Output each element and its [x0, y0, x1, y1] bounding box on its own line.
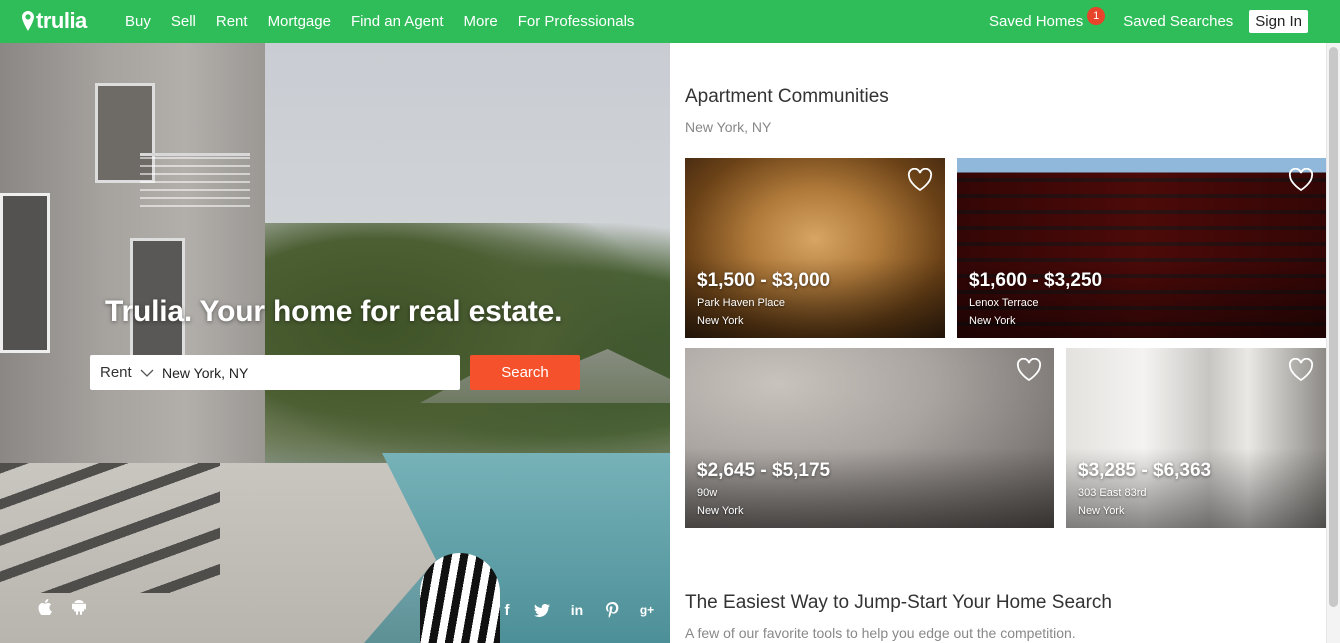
search-button[interactable]: Search — [470, 355, 580, 390]
heart-icon[interactable] — [907, 168, 933, 192]
linkedin-icon[interactable]: in — [568, 601, 586, 619]
community-name: 303 East 83rd — [1078, 487, 1147, 499]
app-store-links — [36, 598, 88, 616]
location-search-input[interactable] — [162, 355, 460, 390]
saved-searches-link[interactable]: Saved Searches — [1123, 13, 1233, 30]
community-city: New York — [969, 315, 1016, 327]
communities-location: New York, NY — [685, 119, 772, 135]
saved-homes-label: Saved Homes — [989, 13, 1084, 30]
scrollbar-thumb[interactable] — [1329, 47, 1338, 607]
hero-lounge-chairs — [0, 463, 220, 593]
hero-section: Trulia. Your home for real estate. Rent … — [0, 43, 670, 643]
search-type-value: Rent — [100, 364, 132, 381]
hero-title: Trulia. Your home for real estate. — [105, 295, 563, 328]
hero-striped-chair — [420, 553, 500, 643]
map-pin-icon — [22, 11, 34, 31]
nav-link-sell[interactable]: Sell — [171, 13, 196, 30]
community-price: $3,285 - $6,363 — [1078, 460, 1212, 481]
google-plus-icon[interactable]: g+ — [638, 601, 656, 619]
nav-link-find-an-agent[interactable]: Find an Agent — [351, 13, 444, 30]
community-card[interactable]: $1,500 - $3,000 Park Haven Place New Yor… — [685, 158, 945, 338]
community-price: $1,500 - $3,000 — [697, 270, 831, 291]
tools-subtitle: A few of our favorite tools to help you … — [685, 625, 1076, 641]
facebook-icon[interactable]: f — [498, 601, 516, 619]
scrollbar[interactable] — [1326, 43, 1340, 643]
pinterest-icon[interactable] — [603, 601, 621, 619]
nav-link-rent[interactable]: Rent — [216, 13, 248, 30]
community-card[interactable]: $3,285 - $6,363 303 East 83rd New York — [1066, 348, 1326, 528]
saved-homes-link[interactable]: Saved Homes 1 — [989, 7, 1106, 30]
nav-right: Saved Homes 1 Saved Searches Sign In — [989, 0, 1308, 43]
nav-link-mortgage[interactable]: Mortgage — [268, 13, 331, 30]
heart-icon[interactable] — [1288, 358, 1314, 382]
heart-icon[interactable] — [1016, 358, 1042, 382]
nav-link-buy[interactable]: Buy — [125, 13, 151, 30]
community-card[interactable]: $1,600 - $3,250 Lenox Terrace New York — [957, 158, 1326, 338]
nav-links: Buy Sell Rent Mortgage Find an Agent Mor… — [125, 0, 654, 43]
social-links: f in g+ — [498, 601, 656, 619]
community-city: New York — [697, 315, 744, 327]
trulia-logo[interactable]: trulia — [22, 7, 87, 35]
nav-link-more[interactable]: More — [464, 13, 498, 30]
hero-window — [0, 193, 50, 353]
android-icon[interactable] — [70, 598, 88, 616]
community-name: Lenox Terrace — [969, 297, 1039, 309]
twitter-icon[interactable] — [533, 601, 551, 619]
sign-in-button[interactable]: Sign In — [1249, 10, 1308, 33]
community-price: $1,600 - $3,250 — [969, 270, 1103, 291]
hero-balcony — [140, 153, 250, 213]
chevron-down-icon — [140, 369, 154, 377]
top-nav: trulia Buy Sell Rent Mortgage Find an Ag… — [0, 0, 1340, 43]
heart-icon[interactable] — [1288, 168, 1314, 192]
nav-link-for-professionals[interactable]: For Professionals — [518, 13, 635, 30]
community-card[interactable]: $2,645 - $5,175 90w New York — [685, 348, 1054, 528]
communities-title: Apartment Communities — [685, 86, 889, 107]
tools-title: The Easiest Way to Jump-Start Your Home … — [685, 592, 1112, 613]
community-city: New York — [697, 505, 744, 517]
logo-text: trulia — [36, 8, 87, 33]
search-box: Rent — [90, 355, 460, 390]
community-price: $2,645 - $5,175 — [697, 460, 831, 481]
community-city: New York — [1078, 505, 1125, 517]
saved-homes-count-badge: 1 — [1087, 7, 1106, 25]
community-name: Park Haven Place — [697, 297, 786, 309]
community-name: 90w — [697, 487, 718, 499]
apple-icon[interactable] — [36, 598, 54, 616]
right-panel: Apartment Communities New York, NY $1,50… — [670, 43, 1340, 643]
search-type-select[interactable]: Rent — [90, 355, 162, 390]
